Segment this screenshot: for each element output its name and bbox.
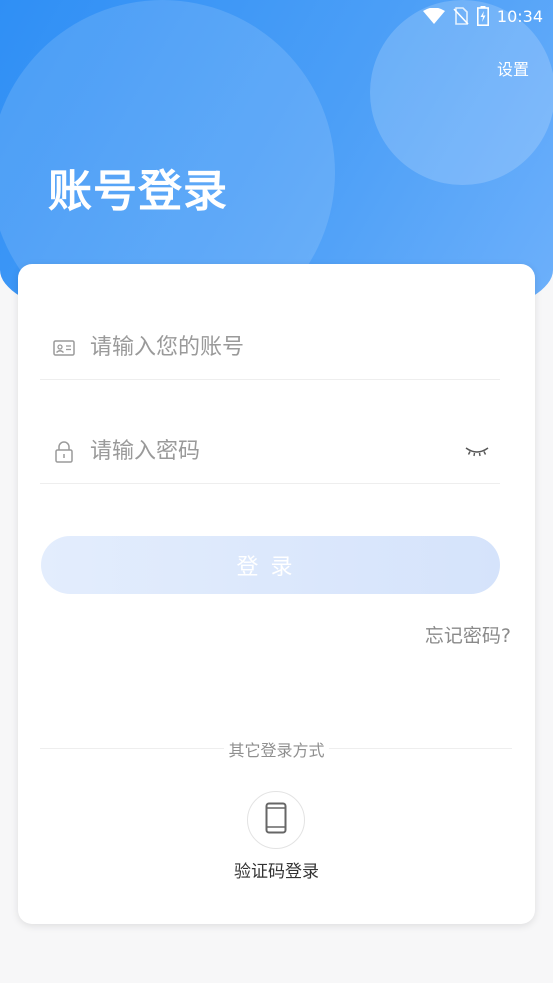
phone-icon: [265, 802, 287, 838]
login-card: 登录 忘记密码? 其它登录方式 验证码登录: [18, 264, 535, 924]
password-field: [40, 420, 500, 484]
login-button[interactable]: 登录: [41, 536, 500, 594]
account-input[interactable]: [90, 335, 450, 360]
status-bar: 10:34: [422, 0, 543, 32]
password-input[interactable]: [90, 439, 450, 464]
other-login-label-row: 其它登录方式: [18, 737, 535, 761]
lock-icon: [52, 440, 76, 464]
wifi-icon: [422, 8, 445, 24]
settings-button[interactable]: 设置: [497, 56, 529, 80]
account-field: [40, 316, 500, 380]
no-sim-icon: [453, 7, 469, 25]
page-title: 账号登录: [48, 166, 228, 217]
sms-login-label[interactable]: 验证码登录: [18, 857, 535, 882]
battery-charging-icon: [476, 6, 489, 26]
sms-login-button[interactable]: [247, 791, 305, 849]
forgot-password-link[interactable]: 忘记密码?: [425, 621, 511, 648]
other-login-label: 其它登录方式: [224, 741, 329, 760]
id-card-icon: [52, 336, 76, 360]
eye-closed-icon[interactable]: [464, 440, 490, 462]
status-time: 10:34: [496, 6, 543, 26]
